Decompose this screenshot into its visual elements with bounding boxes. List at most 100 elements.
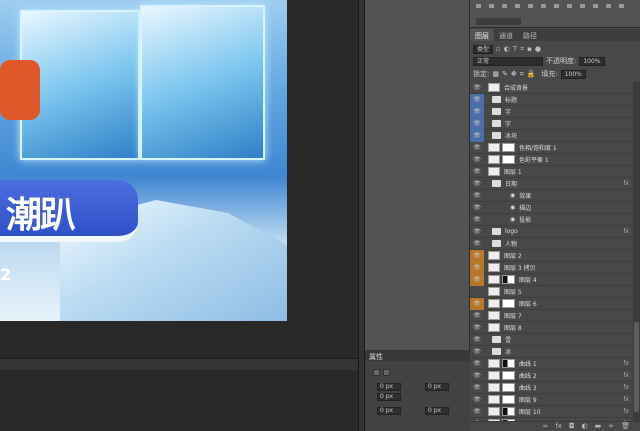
- visibility-eye-icon[interactable]: [470, 286, 484, 298]
- link-icon[interactable]: ∞: [543, 422, 549, 431]
- layer-row[interactable]: 图层 5: [470, 286, 633, 298]
- visibility-eye-icon[interactable]: 👁: [470, 394, 484, 406]
- layer-row[interactable]: 👁 图层 3 拷贝: [470, 261, 633, 274]
- canvas-artwork[interactable]: 潮趴 2: [0, 0, 287, 321]
- fill-field[interactable]: 100%: [560, 69, 586, 79]
- layer-row[interactable]: 👁 日期 fx: [470, 178, 633, 190]
- adjustment-icon[interactable]: ◐: [582, 422, 588, 431]
- visibility-eye-icon[interactable]: 👁: [470, 226, 484, 238]
- visibility-eye-icon[interactable]: 👁: [470, 297, 484, 310]
- layer-row[interactable]: 👁 图层 4: [470, 273, 633, 286]
- layer-row[interactable]: 👁 合成背景: [470, 82, 633, 94]
- visibility-eye-icon[interactable]: 👁: [470, 214, 484, 226]
- filter-kind-select[interactable]: 类型: [473, 44, 494, 54]
- layers-scrollbar[interactable]: [633, 82, 640, 422]
- transform-icon[interactable]: [373, 369, 380, 376]
- visibility-eye-icon[interactable]: 👁: [470, 261, 484, 274]
- visibility-eye-icon[interactable]: 👁: [470, 93, 484, 106]
- tab-layers[interactable]: 图层: [470, 29, 494, 41]
- visibility-eye-icon[interactable]: 👁: [470, 346, 484, 358]
- layer-row[interactable]: 👁 图层 1: [470, 166, 633, 178]
- fx-icon[interactable]: fx: [555, 422, 562, 431]
- layer-row[interactable]: 👁 图层 7: [470, 310, 633, 322]
- toolbar-icons[interactable]: [476, 4, 626, 8]
- visibility-eye-icon[interactable]: 👁: [470, 154, 484, 166]
- fx-icon[interactable]: fx: [623, 228, 629, 235]
- layer-mask-thumbnail: [502, 395, 515, 404]
- layer-row[interactable]: 👁 图层 2: [470, 249, 633, 262]
- height-field[interactable]: 0 px: [377, 393, 401, 401]
- visibility-eye-icon[interactable]: 👁: [470, 105, 484, 118]
- align-icon[interactable]: [383, 369, 390, 376]
- fx-icon[interactable]: fx: [623, 372, 629, 379]
- new-layer-icon[interactable]: +: [608, 422, 614, 431]
- new-group-icon[interactable]: ▬: [595, 422, 602, 431]
- layer-name: 曲线 3: [519, 385, 537, 392]
- layers-list: 👁 合成背景 👁 标题 👁 字 👁 字 👁 冰块 👁 色相/饱和度 1 👁 色彩平衡 1 👁 图层 1 👁 日期 f…: [470, 82, 633, 422]
- visibility-eye-icon[interactable]: 👁: [470, 117, 484, 130]
- toolbar-dropdown[interactable]: [476, 18, 521, 25]
- visibility-eye-icon[interactable]: 👁: [470, 382, 484, 394]
- layer-row[interactable]: 👁 色彩平衡 1: [470, 154, 633, 166]
- visibility-eye-icon[interactable]: 👁: [470, 322, 484, 334]
- layer-thumbnail: [488, 275, 500, 284]
- visibility-eye-icon[interactable]: 👁: [470, 190, 484, 202]
- fx-icon[interactable]: fx: [623, 408, 629, 415]
- visibility-eye-icon[interactable]: 👁: [470, 370, 484, 382]
- visibility-eye-icon[interactable]: 👁: [470, 358, 484, 370]
- layer-row[interactable]: 👁 字: [470, 105, 633, 118]
- layer-row[interactable]: 👁 人物: [470, 238, 633, 250]
- tab-paths[interactable]: 路径: [518, 29, 542, 41]
- fx-icon[interactable]: fx: [623, 360, 629, 367]
- layer-row[interactable]: 👁 图层 8: [470, 322, 633, 334]
- tab-channels[interactable]: 通道: [494, 29, 518, 41]
- layer-row[interactable]: 👁 冰块: [470, 129, 633, 142]
- layer-row[interactable]: 👁 ◉ 效果: [470, 190, 633, 202]
- filter-icons[interactable]: ▫◐T⌗▪●: [496, 45, 544, 54]
- layer-row[interactable]: 👁 字: [470, 117, 633, 130]
- visibility-eye-icon[interactable]: 👁: [470, 202, 484, 214]
- visibility-eye-icon[interactable]: 👁: [470, 166, 484, 178]
- lock-icons[interactable]: ▦✎✥⌗🔒: [492, 70, 538, 79]
- layer-row[interactable]: 👁 曲线 1 fx: [470, 358, 633, 370]
- opacity-field[interactable]: 100%: [579, 56, 605, 66]
- visibility-eye-icon[interactable]: 👁: [470, 310, 484, 322]
- visibility-eye-icon[interactable]: 👁: [470, 406, 484, 418]
- visibility-eye-icon[interactable]: 👁: [470, 273, 484, 286]
- layer-name: 图层 7: [504, 313, 522, 320]
- fx-icon[interactable]: fx: [623, 180, 629, 187]
- layer-thumbnail: [488, 323, 500, 332]
- layer-row[interactable]: 👁 图层 10 fx: [470, 406, 633, 418]
- layer-name: 曲线 2: [519, 373, 537, 380]
- angle-field[interactable]: 0 px: [425, 407, 449, 415]
- width-field[interactable]: 0 px: [377, 383, 401, 391]
- fx-icon[interactable]: fx: [623, 396, 629, 403]
- layer-row[interactable]: 👁 曲线 2 fx: [470, 370, 633, 382]
- panel-tabs: 图层 通道 路径: [470, 29, 640, 41]
- layer-row[interactable]: 👁 logo fx: [470, 226, 633, 238]
- fx-icon[interactable]: fx: [623, 384, 629, 391]
- visibility-eye-icon[interactable]: 👁: [470, 249, 484, 262]
- mask-icon[interactable]: ◘: [569, 422, 575, 431]
- visibility-eye-icon[interactable]: 👁: [470, 238, 484, 250]
- layer-name: 图层 1: [504, 169, 522, 176]
- layer-row[interactable]: 👁 图层 6: [470, 297, 633, 310]
- layer-row[interactable]: 👁 色相/饱和度 1: [470, 142, 633, 154]
- visibility-eye-icon[interactable]: 👁: [470, 82, 484, 94]
- layer-row[interactable]: 👁 曲线 3 fx: [470, 382, 633, 394]
- blend-mode-select[interactable]: 正常: [473, 56, 543, 66]
- layer-row[interactable]: 👁 雪: [470, 334, 633, 346]
- layer-row[interactable]: 👁 ◉ 投影: [470, 214, 633, 226]
- visibility-eye-icon[interactable]: 👁: [470, 142, 484, 154]
- visibility-eye-icon[interactable]: 👁: [470, 178, 484, 190]
- x-field[interactable]: 0 px: [377, 407, 401, 415]
- layer-row[interactable]: 👁 冰: [470, 346, 633, 358]
- trash-icon[interactable]: 🗑: [621, 422, 630, 431]
- layer-row[interactable]: 👁 图层 9 fx: [470, 394, 633, 406]
- y-field[interactable]: 0 px: [425, 383, 449, 391]
- layer-row[interactable]: 👁 标题: [470, 93, 633, 106]
- layer-row[interactable]: 👁 ◉ 描边: [470, 202, 633, 214]
- visibility-eye-icon[interactable]: 👁: [470, 334, 484, 346]
- visibility-eye-icon[interactable]: 👁: [470, 129, 484, 142]
- panel-divider[interactable]: [358, 0, 365, 431]
